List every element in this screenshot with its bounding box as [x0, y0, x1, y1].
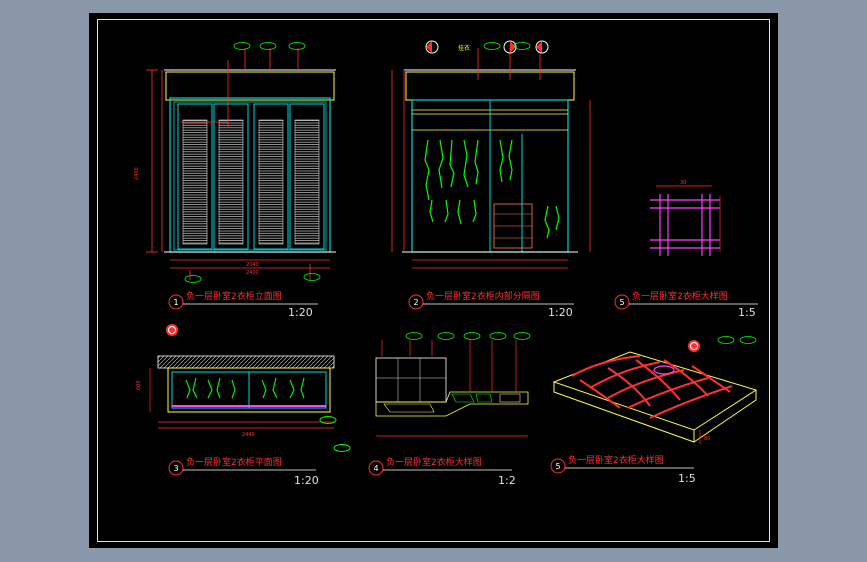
cad-drawing: 2400 2040 2400 挂衣 30 2440 600 80 1 负一层卧室… [134, 40, 758, 487]
dim-600: 600 [136, 380, 142, 390]
drawing-number-4: 4 [373, 464, 378, 473]
section-detail-drawing [375, 332, 531, 437]
louvre-doors [177, 103, 325, 250]
title-block-4: 4 负一层卧室2衣柜大样图 1:2 [368, 456, 516, 487]
drawing-scale-5a: 1:5 [738, 306, 756, 319]
drawing-scale-2: 1:20 [548, 306, 573, 319]
drawing-scale-3: 1:20 [294, 474, 319, 487]
drawing-title-1: 负一层卧室2衣柜立面图 [186, 290, 282, 302]
title-block-5b: 5 负一层卧室2衣柜大样图 1:5 [550, 454, 696, 485]
drawing-number-2: 2 [413, 298, 418, 307]
drawing-scale-4: 1:2 [498, 474, 516, 487]
drawing-number-3: 3 [173, 464, 178, 473]
drawing-title-2: 负一层卧室2衣柜内部分隔图 [426, 290, 540, 302]
drawing-title-4: 负一层卧室2衣柜大样图 [386, 456, 482, 468]
isometric-detail-drawing: 80 [552, 336, 758, 444]
dim-2400b: 2400 [246, 270, 259, 276]
title-block-1: 1 负一层卧室2衣柜立面图 1:20 [168, 290, 318, 319]
dim-80: 80 [704, 436, 710, 442]
drawing-number-1: 1 [173, 298, 178, 307]
hang-rod-label: 挂衣 [458, 44, 470, 52]
drawing-title-3: 负一层卧室2衣柜平面图 [186, 456, 282, 468]
title-block-5a: 5 负一层卧室2衣柜大样图 1:5 [614, 290, 758, 319]
drawing-title-5a: 负一层卧室2衣柜大样图 [632, 290, 728, 302]
interior-drawing: 挂衣 [391, 40, 591, 269]
title-block-3: 3 负一层卧室2衣柜平面图 1:20 [168, 456, 319, 487]
plan-drawing: 2440 600 [136, 324, 351, 452]
dim-2040: 2040 [246, 262, 259, 268]
drawing-scale-5b: 1:5 [678, 472, 696, 485]
hanging-clothes [424, 139, 560, 239]
dim-2400: 2400 [134, 167, 140, 180]
drawing-title-5b: 负一层卧室2衣柜大样图 [568, 454, 664, 466]
dim-30: 30 [680, 180, 686, 186]
dim-2440: 2440 [242, 432, 255, 438]
drawing-number-5a: 5 [619, 298, 624, 307]
drawing-scale-1: 1:20 [288, 306, 313, 319]
drawing-sheet: 2400 2040 2400 挂衣 30 2440 600 80 1 负一层卧室… [89, 13, 778, 548]
title-block-2: 2 负一层卧室2衣柜内部分隔图 1:20 [408, 290, 574, 319]
detail-drawing-small: 30 [650, 180, 721, 256]
elevation-drawing: 2400 2040 2400 [134, 42, 336, 283]
drawing-number-5b: 5 [555, 462, 560, 471]
